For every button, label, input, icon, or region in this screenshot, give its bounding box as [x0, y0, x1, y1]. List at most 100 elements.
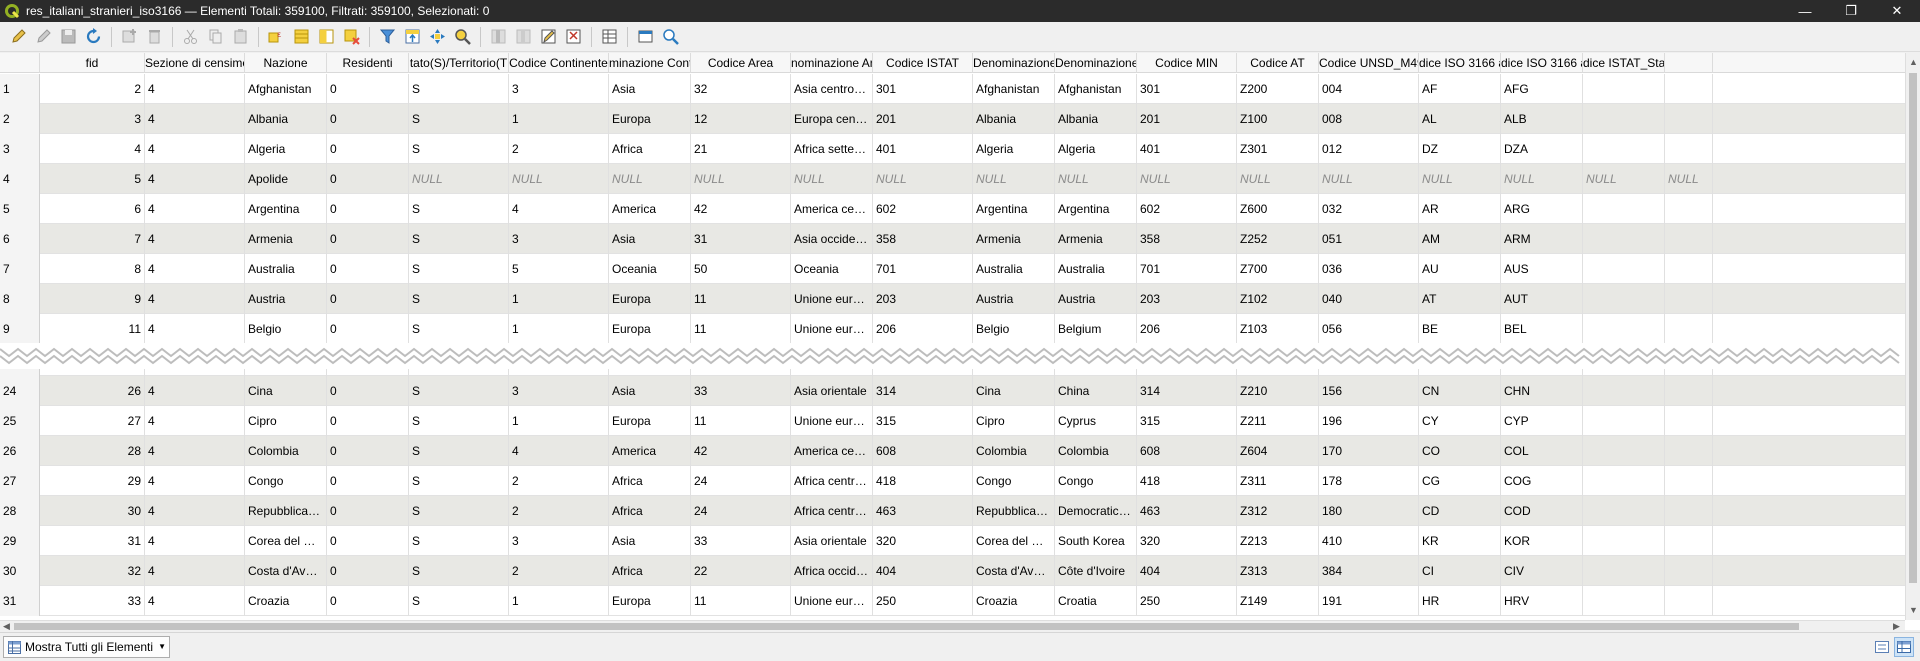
table-cell[interactable]	[1665, 496, 1713, 526]
table-cell[interactable]: Colombia	[1055, 436, 1137, 466]
table-cell[interactable]	[1665, 406, 1713, 436]
table-cell[interactable]: AU	[1419, 254, 1501, 284]
table-cell[interactable]	[1665, 74, 1713, 104]
table-cell[interactable]: 0	[327, 74, 409, 104]
table-cell[interactable]	[1665, 436, 1713, 466]
table-cell[interactable]: Asia centro mer...	[791, 74, 873, 104]
table-cell[interactable]: 004	[1319, 74, 1419, 104]
table-cell[interactable]: Z600	[1237, 194, 1319, 224]
column-header[interactable]: tato(S)/Territorio(T	[409, 53, 509, 73]
table-cell[interactable]: 2	[509, 466, 609, 496]
reload-icon[interactable]	[81, 25, 105, 49]
row-number[interactable]: 27	[0, 466, 40, 496]
column-header[interactable]: fid	[40, 53, 145, 73]
table-cell[interactable]: America centro...	[791, 436, 873, 466]
table-cell[interactable]: S	[409, 556, 509, 586]
copy-icon[interactable]	[203, 25, 227, 49]
table-row[interactable]: 9 11 4 Belgio 0 S 1 Europa 11 Unione europea 206 Be…	[0, 314, 1905, 344]
table-cell[interactable]: 0	[327, 134, 409, 164]
table-cell[interactable]: ARG	[1501, 194, 1583, 224]
table-cell[interactable]: NULL	[1055, 164, 1137, 194]
table-cell[interactable]: Croatia	[1055, 586, 1137, 616]
table-cell[interactable]: 1	[509, 104, 609, 134]
table-cell[interactable]: 2	[40, 74, 145, 104]
horizontal-scrollbar[interactable]: ◀ ▶	[0, 620, 1905, 632]
table-cell[interactable]: 4	[145, 284, 245, 314]
table-cell[interactable]: 0	[327, 436, 409, 466]
column-header[interactable]: dice ISO 3166 alph	[1419, 53, 1501, 73]
vertical-scrollbar[interactable]: ▲ ▼	[1905, 53, 1920, 620]
table-cell[interactable]: 401	[873, 134, 973, 164]
table-cell[interactable]	[1583, 134, 1665, 164]
table-cell[interactable]: 320	[873, 526, 973, 556]
column-header[interactable]: Nazione	[245, 53, 327, 73]
table-cell[interactable]: AF	[1419, 74, 1501, 104]
table-cell[interactable]: 404	[1137, 556, 1237, 586]
column-header[interactable]: Denominazione EN	[1055, 53, 1137, 73]
table-cell[interactable]: 156	[1319, 376, 1419, 406]
row-number[interactable]: 9	[0, 314, 40, 344]
table-cell[interactable]: Asia	[609, 74, 691, 104]
table-cell[interactable]: Belgium	[1055, 314, 1137, 344]
table-cell[interactable]: Unione europea	[791, 586, 873, 616]
filter-icon[interactable]	[375, 25, 399, 49]
table-row[interactable]: 8 9 4 Austria 0 S 1 Europa 11 Unione europea 203 Au…	[0, 284, 1905, 314]
table-cell[interactable]: 201	[873, 104, 973, 134]
table-cell[interactable]: CD	[1419, 496, 1501, 526]
table-cell[interactable]: 4	[145, 556, 245, 586]
table-cell[interactable]	[1665, 194, 1713, 224]
select-expression-icon[interactable]: ε	[264, 25, 288, 49]
table-cell[interactable]: 0	[327, 376, 409, 406]
table-cell[interactable]: 2	[509, 556, 609, 586]
row-number[interactable]: 30	[0, 556, 40, 586]
table-cell[interactable]: Congo	[1055, 466, 1137, 496]
table-cell[interactable]: 410	[1319, 526, 1419, 556]
table-cell[interactable]: S	[409, 194, 509, 224]
table-cell[interactable]	[1665, 284, 1713, 314]
table-cell[interactable]: 701	[873, 254, 973, 284]
table-cell[interactable]: 301	[873, 74, 973, 104]
table-cell[interactable]: KOR	[1501, 526, 1583, 556]
table-cell[interactable]: 33	[40, 586, 145, 616]
table-cell[interactable]: 250	[1137, 586, 1237, 616]
table-cell[interactable]: 4	[145, 254, 245, 284]
table-cell[interactable]: 4	[145, 164, 245, 194]
table-cell[interactable]: 4	[145, 436, 245, 466]
table-cell[interactable]: 401	[1137, 134, 1237, 164]
table-cell[interactable]: 602	[873, 194, 973, 224]
table-cell[interactable]: 301	[1137, 74, 1237, 104]
table-cell[interactable]: AT	[1419, 284, 1501, 314]
table-cell[interactable]: 29	[40, 466, 145, 496]
table-cell[interactable]: 28	[40, 436, 145, 466]
table-cell[interactable]: Unione europea	[791, 406, 873, 436]
table-cell[interactable]: Austria	[245, 284, 327, 314]
table-cell[interactable]: 608	[873, 436, 973, 466]
table-cell[interactable]: Afghanistan	[1055, 74, 1137, 104]
table-cell[interactable]: 30	[40, 496, 145, 526]
table-cell[interactable]: Repubblica De...	[973, 496, 1055, 526]
row-number[interactable]: 7	[0, 254, 40, 284]
table-cell[interactable]: 11	[691, 314, 791, 344]
table-cell[interactable]: Cipro	[973, 406, 1055, 436]
column-header[interactable]: dice ISTAT_Stato Pa	[1583, 53, 1665, 73]
table-cell[interactable]: 0	[327, 104, 409, 134]
table-cell[interactable]	[1583, 104, 1665, 134]
table-cell[interactable]: NULL	[1583, 164, 1665, 194]
field-calculator-icon[interactable]	[561, 25, 585, 49]
table-cell[interactable]: Z210	[1237, 376, 1319, 406]
table-cell[interactable]: 31	[40, 526, 145, 556]
table-cell[interactable]: 8	[40, 254, 145, 284]
table-cell[interactable]: Asia orientale	[791, 526, 873, 556]
table-cell[interactable]	[1665, 556, 1713, 586]
table-cell[interactable]: 4	[40, 134, 145, 164]
table-cell[interactable]: 315	[873, 406, 973, 436]
delete-field-icon[interactable]	[511, 25, 535, 49]
table-cell[interactable]: Z604	[1237, 436, 1319, 466]
table-cell[interactable]: 4	[145, 376, 245, 406]
table-cell[interactable]: 32	[691, 74, 791, 104]
table-cell[interactable]: Algeria	[973, 134, 1055, 164]
table-cell[interactable]: 22	[691, 556, 791, 586]
table-cell[interactable]: Congo	[245, 466, 327, 496]
table-cell[interactable]: 33	[691, 526, 791, 556]
table-cell[interactable]: COD	[1501, 496, 1583, 526]
